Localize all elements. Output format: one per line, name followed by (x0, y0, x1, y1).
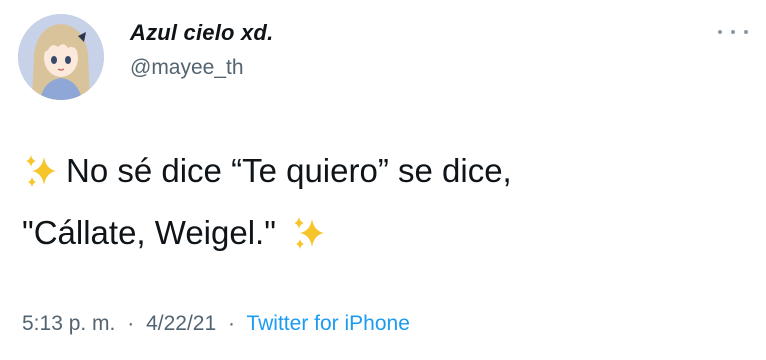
tweet-time[interactable]: 5:13 p. m. (22, 312, 115, 335)
avatar[interactable] (18, 14, 104, 100)
anime-girl-avatar-icon (18, 14, 104, 100)
tweet-card: Azul cielo xd. @mayee_th No sé dice “Te … (0, 0, 766, 360)
tweet-line-2: "Cállate, Weigel." (22, 202, 742, 264)
tweet-source-link[interactable]: Twitter for iPhone (246, 312, 409, 335)
tweet-line-2-text: "Cállate, Weigel." (22, 214, 276, 251)
more-dot (731, 30, 735, 34)
display-name[interactable]: Azul cielo xd. (130, 20, 273, 46)
tweet-line-1-text: No sé dice “Te quiero” se dice, (66, 152, 512, 189)
tweet-meta: 5:13 p. m. · 4/22/21 · Twitter for iPhon… (22, 312, 410, 336)
sparkles-icon (26, 155, 56, 187)
tweet-line-1: No sé dice “Te quiero” se dice, (22, 140, 742, 202)
tweet-date[interactable]: 4/22/21 (146, 312, 216, 335)
tweet-text: No sé dice “Te quiero” se dice, "Cállate… (22, 140, 742, 264)
more-dot (744, 30, 748, 34)
separator: · (127, 312, 135, 335)
separator: · (228, 312, 235, 335)
user-handle[interactable]: @mayee_th (130, 56, 244, 80)
more-options-icon[interactable] (718, 24, 748, 40)
more-dot (718, 30, 722, 34)
sparkles-icon (293, 217, 324, 249)
